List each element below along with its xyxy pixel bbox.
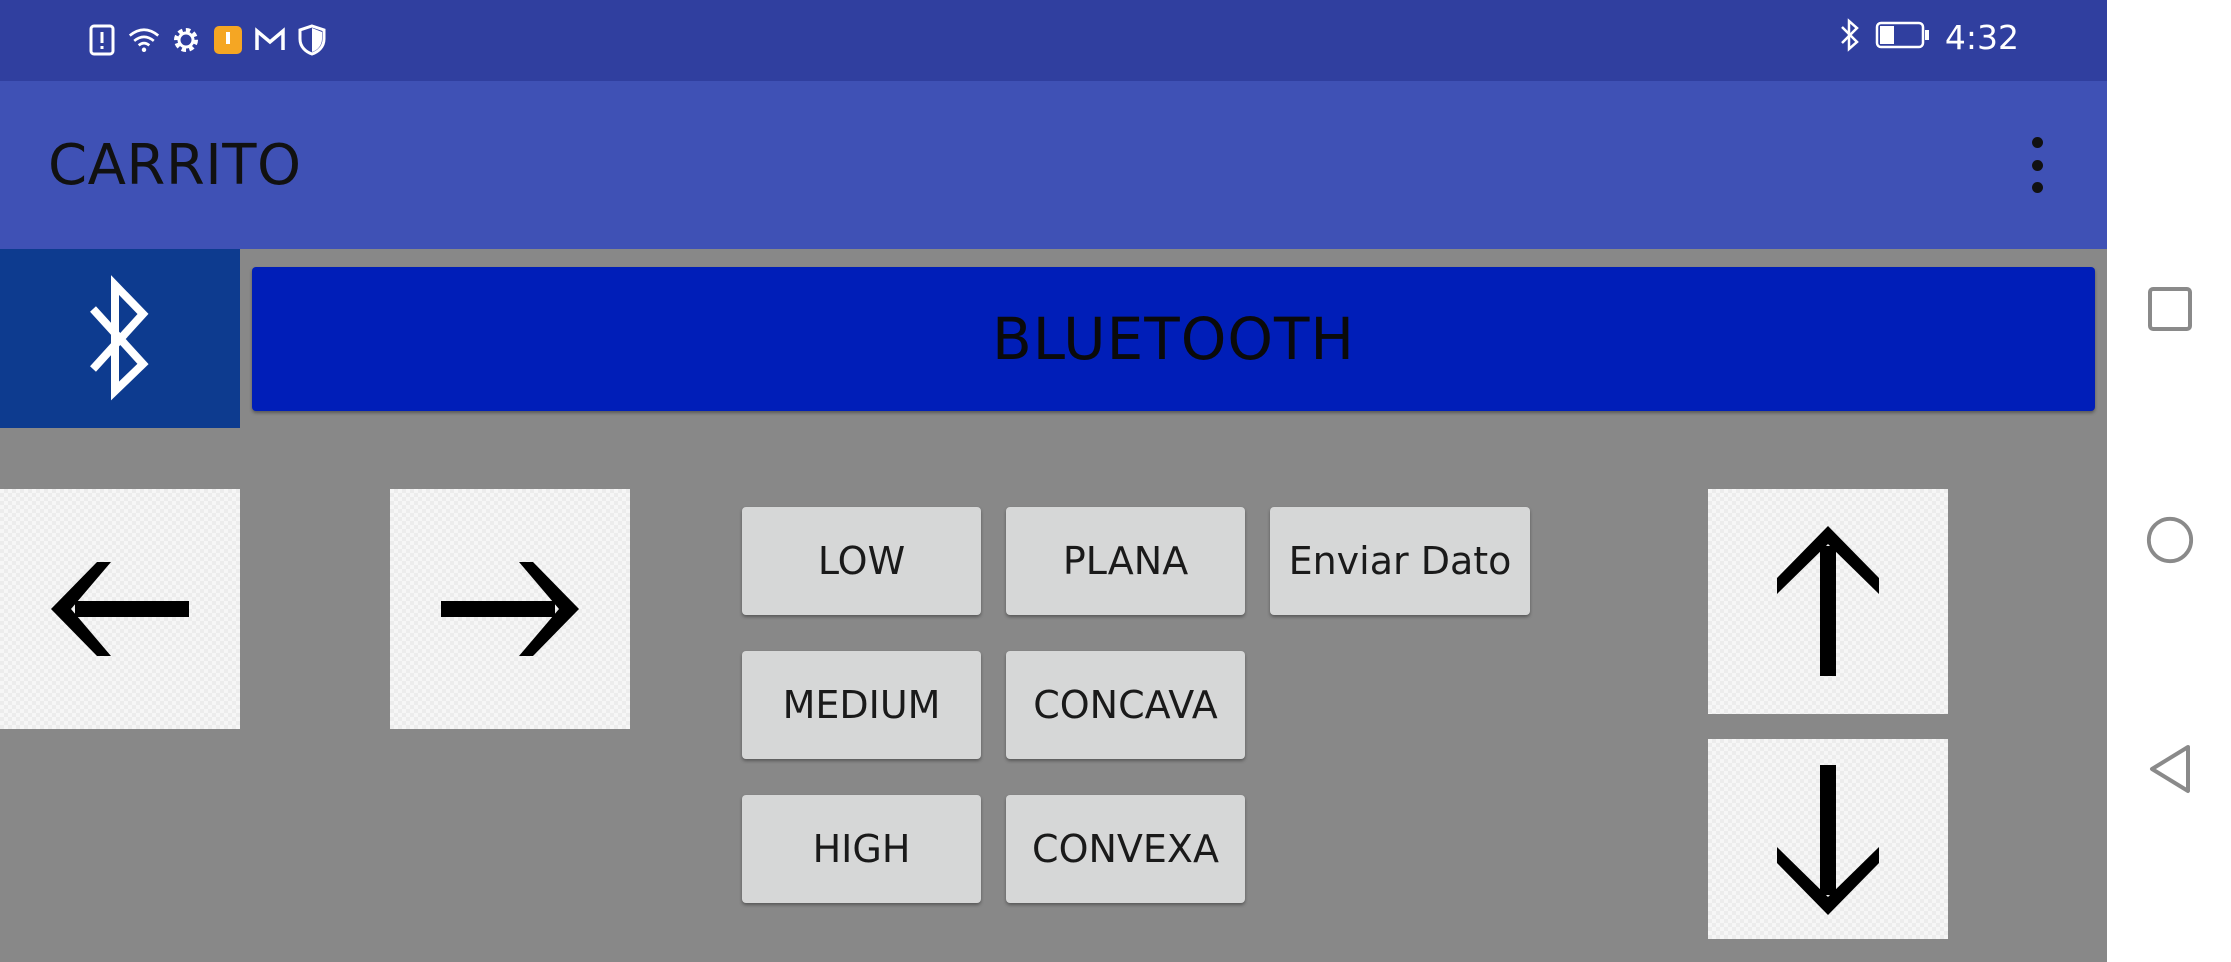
navigation-bar [2107, 0, 2231, 962]
status-bar: 4:32 [0, 0, 2107, 81]
notification-app-icon [212, 20, 244, 60]
triangle-back-icon[interactable] [2145, 744, 2195, 794]
bluetooth-image-button[interactable] [0, 249, 240, 428]
app-bar: CARRITO [0, 81, 2107, 249]
high-button[interactable]: HIGH [742, 795, 981, 903]
wifi-icon [128, 20, 160, 60]
battery-icon [1875, 21, 1931, 54]
gmail-icon [254, 20, 286, 60]
low-button-label: LOW [817, 539, 906, 583]
convexa-button[interactable]: CONVEXA [1006, 795, 1245, 903]
arrow-right-icon [441, 562, 579, 656]
plana-button-label: PLANA [1062, 539, 1189, 583]
more-vert-icon[interactable] [2017, 131, 2057, 199]
bluetooth-icon [90, 274, 149, 400]
clock: 4:32 [1944, 18, 2019, 57]
move-left-button[interactable] [0, 489, 240, 729]
low-button[interactable]: LOW [742, 507, 981, 615]
arrow-down-icon [1777, 765, 1879, 915]
arrow-up-icon [1777, 525, 1879, 676]
page-title: CARRITO [48, 133, 302, 198]
shield-icon [296, 20, 328, 60]
square-recents-icon[interactable] [2145, 284, 2195, 334]
convexa-button-label: CONVEXA [1032, 827, 1219, 871]
enviar-dato-button-label: Enviar Dato [1288, 539, 1512, 583]
concava-button-label: CONCAVA [1033, 683, 1218, 727]
high-button-label: HIGH [812, 827, 911, 871]
bluetooth-button[interactable]: BLUETOOTH [252, 267, 2095, 411]
main-content: BLUETOOTH LOW PLANA Enviar Dato MEDIUM C… [0, 249, 2107, 962]
bluetooth-icon [1839, 18, 1861, 57]
settings-gear-icon [170, 20, 202, 60]
bluetooth-button-label: BLUETOOTH [991, 305, 1356, 373]
system-status: 4:32 [1839, 18, 2019, 57]
circle-home-icon[interactable] [2145, 515, 2195, 565]
enviar-dato-button[interactable]: Enviar Dato [1270, 507, 1530, 615]
medium-button-label: MEDIUM [782, 683, 941, 727]
move-right-button[interactable] [390, 489, 630, 729]
notification-icons [86, 20, 328, 60]
plana-button[interactable]: PLANA [1006, 507, 1245, 615]
medium-button[interactable]: MEDIUM [742, 651, 981, 759]
alert-card-icon [86, 20, 118, 60]
move-backward-button[interactable] [1708, 739, 1948, 939]
move-forward-button[interactable] [1708, 489, 1948, 714]
concava-button[interactable]: CONCAVA [1006, 651, 1245, 759]
arrow-left-icon [51, 562, 189, 656]
